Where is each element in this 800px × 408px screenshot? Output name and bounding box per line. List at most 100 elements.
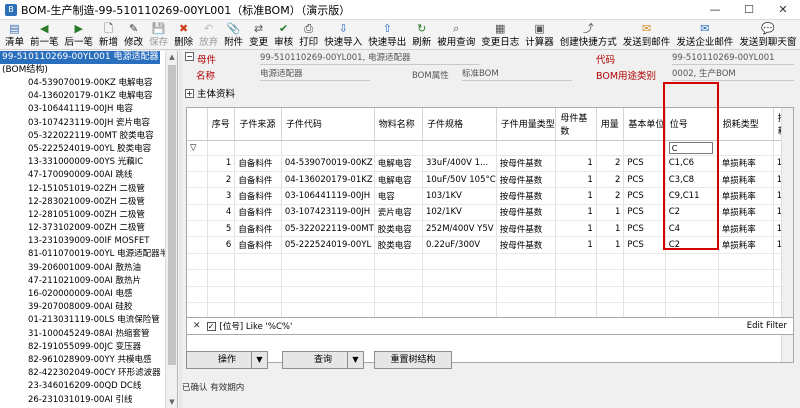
toolbar-button-17[interactable]: ▣ 计算器 (522, 20, 557, 50)
row-indicator[interactable] (187, 204, 208, 222)
grid-cell[interactable]: 04-136020179-01KZ (281, 171, 375, 189)
toolbar-button-19[interactable]: ✉ 发送到邮件 (620, 20, 674, 50)
grid-cell[interactable]: 1 (596, 236, 625, 254)
minimize-button[interactable]: — (698, 0, 732, 20)
grid-cell[interactable]: 按母件基数 (496, 236, 557, 254)
tree-item[interactable]: 12-151051019-02ZH 二极管 (0, 183, 177, 196)
grid-cell[interactable]: 1 (555, 204, 597, 222)
grid-cell[interactable]: 05-322022119-00MT (281, 220, 375, 238)
grid-cell[interactable]: 2 (596, 171, 625, 189)
grid-cell[interactable]: 1 (555, 220, 597, 238)
scroll-up-icon[interactable]: ▲ (166, 51, 177, 63)
filter-cell[interactable] (496, 140, 557, 156)
tree-item[interactable]: 82-422302049-00CY 环形滤波器 (0, 367, 177, 380)
grid-cell[interactable]: 1 (555, 171, 597, 189)
grid-cell[interactable]: 电容 (374, 187, 423, 205)
tree-scrollbar[interactable]: ▲ ▼ (165, 51, 177, 408)
grid-cell[interactable]: 103/1KV (422, 187, 497, 205)
table-row[interactable]: 5 自备料件 05-322022119-00MT 胶类电容 252M/400V Y5V 按… (187, 220, 793, 238)
grid-cell[interactable]: 05-222524019-00YL (281, 236, 375, 254)
grid-cell[interactable]: 1 (596, 204, 625, 222)
toolbar-button-15[interactable]: ⌕ 被用查询 (434, 20, 478, 50)
tree-item[interactable]: 03-106441119-00JH 电容 (0, 103, 177, 116)
tree-item[interactable]: 39-206001009-00AI 散热油 (0, 262, 177, 275)
column-header[interactable]: 母件基数 (555, 108, 597, 141)
query-button[interactable]: 查询 ▼ (282, 351, 364, 369)
parent-field[interactable]: 99-510110269-00YL001, 电源适配器 (260, 51, 480, 65)
tree-item[interactable]: 05-222524019-00YL 胶类电容 (0, 143, 177, 156)
edit-filter-link[interactable]: Edit Filter (747, 321, 787, 331)
tree-item[interactable]: 47-170090009-00AI 跳线 (0, 169, 177, 182)
filter-cell[interactable] (207, 140, 236, 156)
tree-item[interactable]: 81-011070019-00YL 电源适配器半成品 (0, 248, 177, 261)
grid-cell[interactable]: 胶类电容 (374, 236, 423, 254)
scroll-thumb[interactable] (168, 65, 176, 365)
tree-item[interactable]: 03-107423119-00JH 瓷片电容 (0, 117, 177, 130)
toolbar-button-6[interactable]: ✖ 删除 (171, 20, 196, 50)
column-header[interactable]: 物料名称 (374, 108, 423, 141)
grid-cell[interactable]: 按母件基数 (496, 220, 557, 238)
toolbar-button-18[interactable]: ⤴ 创建快捷方式 (557, 20, 620, 50)
toolbar-button-11[interactable]: ⎙ 打印 (296, 20, 321, 50)
toolbar-button-20[interactable]: ✉ 发送企业邮件 (673, 20, 736, 50)
row-indicator[interactable] (187, 171, 208, 189)
filter-checkbox[interactable]: ✓ (206, 321, 216, 331)
tree-item[interactable]: 16-020000009-00AI 电感 (0, 288, 177, 301)
column-header[interactable]: 子件规格 (422, 108, 497, 141)
filter-cell-position[interactable]: C (665, 140, 719, 156)
grid-cell[interactable]: 胶类电容 (374, 220, 423, 238)
tree-item[interactable]: 13-231039009-00IF MOSFET (0, 235, 177, 248)
chevron-down-icon[interactable]: ▼ (347, 352, 363, 368)
section-main-data[interactable]: + 主体资料 (185, 86, 235, 100)
grid-cell[interactable]: C9,C11 (665, 187, 719, 205)
tree-item[interactable]: 04-136020179-01KZ 电解电容 (0, 90, 177, 103)
toolbar-button-14[interactable]: ↻ 刷新 (409, 20, 434, 50)
column-header[interactable]: 位号 (665, 108, 719, 141)
column-header[interactable]: 序号 (207, 108, 236, 141)
grid-cell[interactable]: C2 (665, 236, 719, 254)
grid-cell[interactable]: PCS (623, 155, 666, 172)
tree-item[interactable]: 01-213031119-00LS 电流保险管 (0, 314, 177, 327)
grid-cell[interactable]: 按母件基数 (496, 204, 557, 222)
grid-cell[interactable]: 自备料件 (234, 220, 282, 238)
toolbar-button-0[interactable]: ▤ 清单 (2, 20, 27, 50)
filter-cell[interactable] (234, 140, 282, 156)
tree-item[interactable]: 12-373102009-00ZH 二极管 (0, 222, 177, 235)
name-field[interactable]: 电源适配器 (260, 67, 370, 81)
grid-cell[interactable]: PCS (623, 236, 666, 254)
column-header[interactable]: 损耗类型 (718, 108, 774, 141)
grid-cell[interactable]: 6 (207, 236, 236, 254)
tree-item[interactable]: 31-100045249-08AI 热缩套管 (0, 328, 177, 341)
toolbar-button-12[interactable]: ⇩ 快速导入 (321, 20, 365, 50)
column-header[interactable]: 子件用量类型 (496, 108, 557, 141)
maximize-button[interactable]: ☐ (732, 0, 766, 20)
toolbar-button-16[interactable]: ▦ 变更日志 (478, 20, 522, 50)
tree-item[interactable]: 12-283021009-00ZH 二极管 (0, 196, 177, 209)
filter-icon[interactable]: ▽ (187, 140, 208, 156)
grid-cell[interactable]: 1 (596, 220, 625, 238)
grid-cell[interactable]: 1 (207, 155, 236, 172)
grid-cell[interactable]: 1 (555, 187, 597, 205)
grid-cell[interactable]: 03-107423119-00JH (281, 204, 375, 222)
grid-cell[interactable]: 1 (555, 236, 597, 254)
toolbar-button-21[interactable]: 💬 发送到聊天窗 (736, 20, 799, 50)
grid-cell[interactable]: 单损耗率 (718, 204, 774, 222)
toolbar-button-8[interactable]: 📎 附件 (221, 20, 246, 50)
toolbar-button-3[interactable]: 🗋 新增 (96, 20, 121, 50)
grid-cell[interactable]: PCS (623, 187, 666, 205)
tree-item[interactable]: 82-191055099-00JC 变压器 (0, 341, 177, 354)
position-filter-input[interactable]: C (668, 141, 713, 154)
usage-field[interactable]: 0002, 生产BOM (672, 67, 794, 81)
toolbar-button-7[interactable]: ↶ 放弃 (196, 20, 221, 50)
table-row[interactable]: 4 自备料件 03-107423119-00JH 瓷片电容 102/1KV 按母件基数 1 1… (187, 204, 793, 222)
filter-cell[interactable] (596, 140, 625, 156)
grid-cell[interactable]: 0.22uF/300V (422, 236, 497, 254)
column-header[interactable]: 用量 (596, 108, 625, 141)
grid-cell[interactable]: 2 (596, 155, 625, 172)
tree-item[interactable]: 26-231031019-00AI 引线 (0, 394, 177, 407)
grid-cell[interactable]: 5 (207, 220, 236, 238)
grid-cell[interactable]: 自备料件 (234, 236, 282, 254)
tree-item[interactable]: 39-207008009-00AI 硅胶 (0, 301, 177, 314)
operate-button[interactable]: 操作 ▼ (186, 351, 268, 369)
grid-cell[interactable]: C1,C6 (665, 155, 719, 172)
